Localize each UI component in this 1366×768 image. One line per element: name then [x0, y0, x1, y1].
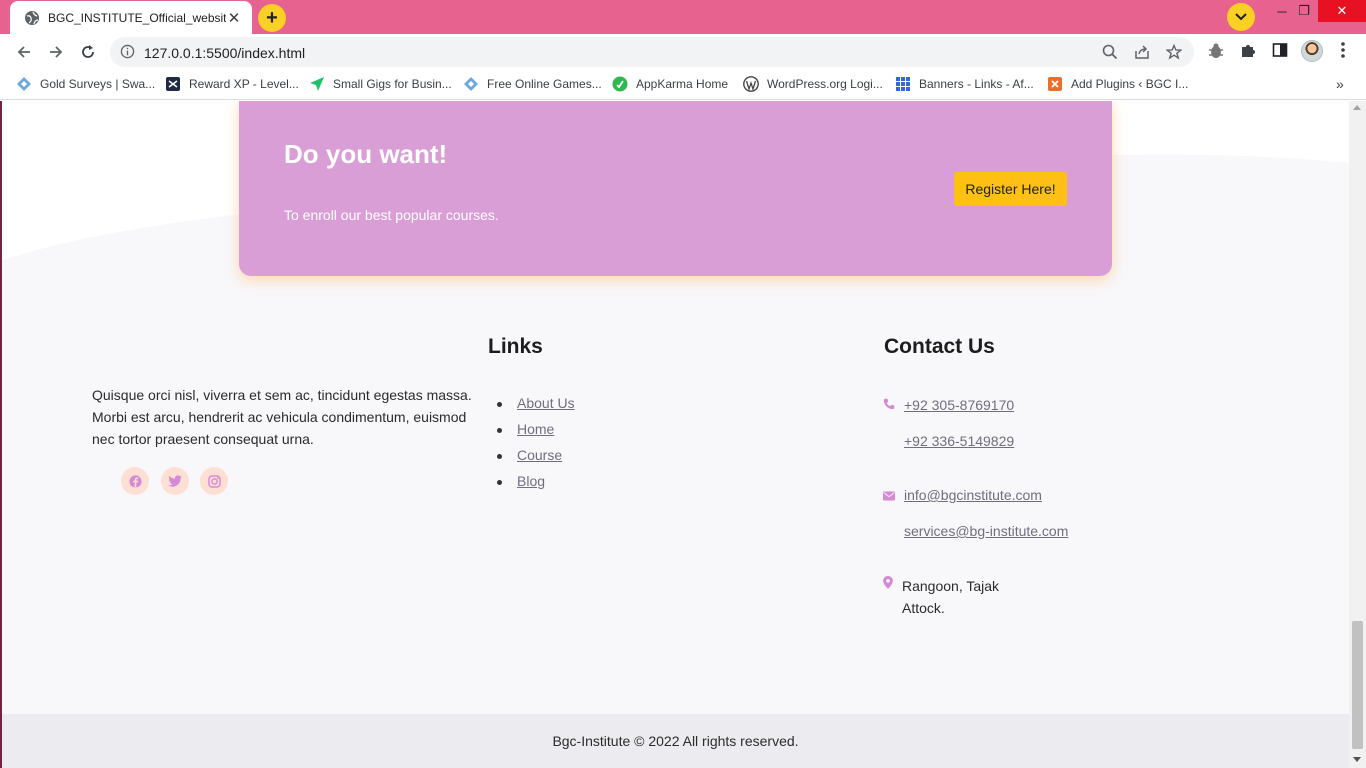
bookmark-star-icon[interactable] — [1165, 43, 1183, 65]
page-viewport: Do you want! To enroll our best popular … — [0, 101, 1366, 768]
twitter-icon — [168, 475, 182, 487]
address-line-2: Attock. — [902, 600, 945, 616]
facebook-icon — [128, 474, 142, 488]
tab-strip: BGC_INSTITUTE_Official_website ✕ + ─ ❐ ✕ — [0, 0, 1366, 34]
link-blog[interactable]: Blog — [517, 473, 545, 489]
email-icon — [883, 488, 895, 506]
bookmark-item[interactable]: AppKarma Home — [612, 76, 728, 92]
bookmark-label: Free Online Games... — [487, 77, 602, 91]
register-button[interactable]: Register Here! — [954, 172, 1067, 206]
bookmark-label: Gold Surveys | Swa... — [40, 77, 156, 91]
email-link-2[interactable]: services@bg-institute.com — [904, 523, 1068, 539]
new-tab-button[interactable]: + — [258, 4, 286, 32]
rewardxp-icon — [165, 76, 181, 92]
list-item: About Us — [497, 395, 575, 421]
cta-banner: Do you want! To enroll our best popular … — [239, 101, 1112, 276]
profile-avatar[interactable] — [1301, 40, 1323, 62]
arrow-right-icon — [50, 46, 63, 58]
url-text[interactable]: 127.0.0.1:5500/index.html — [144, 45, 305, 61]
link-course[interactable]: Course — [517, 447, 562, 463]
window-close-button[interactable]: ✕ — [1318, 0, 1366, 22]
chevron-down-icon — [1235, 13, 1247, 21]
twitter-link[interactable] — [161, 467, 189, 495]
bookmark-label: AppKarma Home — [636, 77, 729, 91]
grid-icon — [895, 76, 911, 92]
browser-tab[interactable]: BGC_INSTITUTE_Official_website ✕ — [10, 1, 252, 34]
arrow-left-icon — [17, 46, 30, 58]
email-link-1[interactable]: info@bgcinstitute.com — [904, 487, 1042, 503]
reload-button[interactable] — [76, 40, 100, 64]
tab-search-button[interactable] — [1227, 3, 1255, 31]
bookmarks-overflow-button[interactable]: » — [1336, 76, 1344, 92]
location-pin-icon — [883, 576, 893, 594]
bookmark-item[interactable]: Free Online Games... — [463, 76, 602, 92]
bookmark-label: Small Gigs for Busin... — [333, 77, 452, 91]
globe-icon — [24, 10, 40, 26]
left-border — [0, 101, 2, 768]
bug-extension-icon[interactable] — [1207, 42, 1225, 65]
bookmark-item[interactable]: Gold Surveys | Swa... — [16, 76, 155, 92]
appkarma-icon — [612, 76, 628, 92]
link-home[interactable]: Home — [517, 421, 554, 437]
links-list: About Us Home Course Blog — [497, 395, 575, 499]
instagram-icon — [207, 474, 221, 488]
contact-title: Contact Us — [884, 335, 995, 358]
links-title: Links — [488, 335, 543, 358]
scroll-down-arrow-icon[interactable] — [1353, 757, 1361, 762]
close-tab-icon[interactable]: ✕ — [226, 9, 242, 27]
bookmark-item[interactable]: Add Plugins ‹ BGC I... — [1047, 76, 1188, 92]
cta-title: Do you want! — [284, 139, 448, 169]
instagram-link[interactable] — [200, 467, 228, 495]
address-line-1: Rangoon, Tajak — [902, 578, 1000, 594]
browser-toolbar: 127.0.0.1:5500/index.html — [0, 34, 1366, 70]
address-block: Rangoon, Tajak Attock. — [902, 575, 999, 619]
phone-link-2[interactable]: +92 336-5149829 — [904, 433, 1014, 449]
list-item: Course — [497, 447, 575, 473]
kebab-menu-icon[interactable] — [1340, 42, 1346, 63]
share-icon[interactable] — [1134, 44, 1150, 65]
link-about-us[interactable]: About Us — [517, 395, 575, 411]
bookmark-label: Banners - Links - Af... — [919, 77, 1034, 91]
forward-button[interactable] — [44, 40, 68, 64]
bookmark-item[interactable]: Reward XP - Level... — [165, 76, 299, 92]
send-icon — [309, 76, 325, 92]
bookmark-item[interactable]: WordPress.org Logi... — [743, 76, 883, 92]
about-text: Quisque orci nisl, viverra et sem ac, ti… — [92, 387, 472, 447]
bookmark-item[interactable]: Banners - Links - Af... — [895, 76, 1034, 92]
copyright-footer: Bgc-Institute © 2022 All rights reserved… — [2, 714, 1349, 768]
scrollbar-thumb[interactable] — [1352, 621, 1363, 749]
list-item: Home — [497, 421, 575, 447]
bookmark-item[interactable]: Small Gigs for Busin... — [309, 76, 452, 92]
copyright-text: Bgc-Institute © 2022 All rights reserved… — [552, 733, 799, 749]
reload-icon — [82, 45, 94, 58]
extensions-puzzle-icon[interactable] — [1240, 42, 1257, 64]
vertical-scrollbar[interactable] — [1349, 101, 1366, 768]
tab-title: BGC_INSTITUTE_Official_website — [48, 10, 226, 25]
phone-icon — [883, 397, 895, 415]
diamond-icon — [463, 76, 479, 92]
bookmarks-bar: Gold Surveys | Swa... Reward XP - Level.… — [0, 70, 1366, 100]
address-bar[interactable]: 127.0.0.1:5500/index.html — [110, 37, 1194, 67]
bookmark-label: WordPress.org Logi... — [767, 77, 883, 91]
facebook-link[interactable] — [121, 467, 149, 495]
bookmark-label: Reward XP - Level... — [189, 77, 299, 91]
back-button[interactable] — [12, 40, 36, 64]
plugin-icon — [1047, 76, 1063, 92]
phone-link-1[interactable]: +92 305-8769170 — [904, 397, 1014, 413]
list-item: Blog — [497, 473, 575, 499]
bookmark-label: Add Plugins ‹ BGC I... — [1071, 77, 1189, 91]
wordpress-icon — [743, 76, 759, 92]
info-icon[interactable] — [120, 44, 135, 64]
cta-subtitle: To enroll our best popular courses. — [284, 207, 499, 223]
side-panel-icon[interactable] — [1272, 42, 1288, 63]
zoom-icon[interactable] — [1102, 44, 1118, 65]
diamond-icon — [16, 76, 32, 92]
scroll-up-arrow-icon[interactable] — [1353, 105, 1361, 110]
